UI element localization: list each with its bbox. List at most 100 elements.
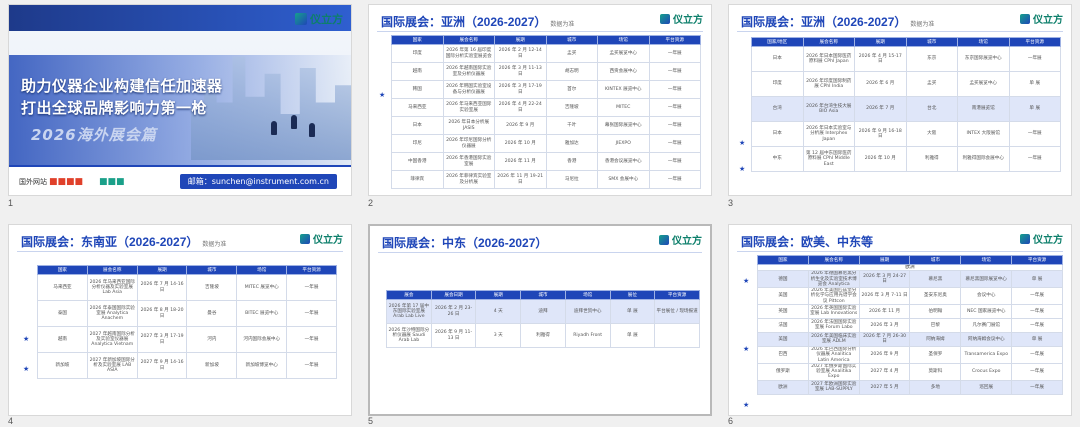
brand-logo: 仪立方 (300, 231, 343, 246)
column-header: 城市 (909, 255, 962, 265)
table-row[interactable]: 马来西亚 2026 年马来西亚国际实验室展 2026 年 4 月 22-24 日吉隆… (391, 98, 701, 117)
logo-icon (300, 233, 310, 244)
column-header: 平台资源 (1008, 37, 1061, 47)
table-row[interactable]: 越南 2026 年越南国际实验室及分析仪器展 2026 年 3 月 11-13 日胡… (391, 62, 701, 81)
table-cell: 日本 (391, 116, 444, 135)
column-header: 国家 (37, 265, 88, 275)
table-cell: 2027 年 4 月 (858, 362, 911, 381)
slide-thumbnail-2[interactable]: 国际展会：亚洲（2026-2027） 数据为准 仪立方 ★ 国家 展会名称 展期 城市场… (368, 4, 712, 196)
table-row[interactable]: 中国香港 2026 年香港国际实验室展 2026 年 11 月香港 香港会议展览中心一… (391, 152, 701, 171)
table-cell: 巴黎 (909, 317, 962, 333)
exhibition-table: 国家 展会名称 展期 城市 场馆 平台资源 马来西亚 2026 年马来西亚国际分析仪器及实验室… (37, 265, 337, 379)
table-row[interactable]: 美国 2026 年美国临床实验室展 ADLM 2026 年 7 月 26-30 日阿… (757, 331, 1063, 347)
table-cell: 东京 (905, 46, 958, 72)
slide-thumbnail-5[interactable]: 国际展会：中东（2026-2027） 仪立方 展会 展会日期 展期 城市 场馆 展位 平台资… (368, 224, 712, 416)
table-cell: 2026 年 3 月 (858, 317, 911, 333)
runner-figure (309, 123, 315, 137)
brand-logo: 仪立方 (1020, 11, 1063, 26)
table-cell: 2027 年新加坡国际分析及实验室展 LAB ASIA (86, 352, 138, 379)
runner-figure (271, 121, 277, 135)
table-row[interactable]: 2026 年第 17 届中东国际实验室展 Arab Lab Live 2026 年… (386, 299, 700, 324)
table-row[interactable]: 韩国 2026 年韩国实验室设备与分析仪器展 2026 年 3 月 17-19 日首… (391, 80, 701, 99)
table-header-row: 国家/地区 展会名称 展期 城市 场馆 平台资源 (751, 37, 1061, 47)
slide-title: 国际展会：欧美、中东等 (741, 235, 874, 249)
table-row[interactable]: 2026 年沙特国际分析仪器展 Saudi Arab Lab 2026 年 9 月… (386, 323, 700, 348)
partner-logo: ■■■ (99, 177, 125, 187)
table-cell: 曼谷 (186, 300, 238, 327)
star-icon: ★ (739, 165, 746, 173)
table-row[interactable]: 德国 2026 年德国慕尼黑分析生化及实验室技术博览会 Analytica 2026… (757, 270, 1063, 289)
table-row[interactable]: 台湾 2026 年台湾生技大展 BIO Asia 2026 年 7 月台北 南港展览馆… (751, 96, 1061, 122)
table-cell: 多地 (909, 379, 962, 395)
table-cell: 台北 (905, 96, 958, 122)
column-header: 展期 (475, 290, 522, 300)
table-row[interactable]: 印度 2026 年印度国际制药展 CPhI India 2026 年 6 月孟买 孟买… (751, 71, 1061, 97)
table-cell: 3 天 (475, 323, 522, 348)
slide-title: 国际展会：中东（2026-2027） (382, 236, 548, 250)
brand-logo: 仪立方 (295, 11, 343, 27)
table-cell: 胡志明 (545, 62, 598, 81)
title-divider (737, 31, 1063, 32)
star-icon: ★ (23, 365, 30, 373)
table-row[interactable]: 欧洲 2027 年欧洲国际实验室展 LAB-SUPPLY 2027 年 5 月多地巡… (757, 379, 1063, 395)
logo-icon (1020, 233, 1030, 244)
table-row[interactable]: 法国 2026 年法国国际实验室展 Forum Labo 2026 年 3 月巴黎凡… (757, 317, 1063, 333)
table-cell: 巴西 (757, 345, 809, 364)
table-cell: 一年展 (1011, 287, 1063, 305)
table-cell: 2026 年 3 月 7-11 日 (858, 287, 911, 305)
table-cell: 2026 年马来西亚国际分析仪器及实验室展 Lab Asia (86, 274, 138, 301)
table-cell: 2026 年韩国实验室设备与分析仪器展 (442, 80, 495, 99)
table-row[interactable]: 印尼 2026 年印尼国际分析仪器展 2026 年 10 月雅加达 JIEXPO 一年展 (391, 134, 701, 153)
slide-thumbnail-3[interactable]: 国际展会：亚洲（2026-2027） 数据为准 仪立方 ★ ★ 国家/地区 展会名称… (728, 4, 1072, 196)
table-cell: 2026 年 9 月 16-18 日 (854, 121, 907, 147)
table-cell: 迪拜世贸中心 (564, 299, 611, 324)
slide-title: 国际展会：亚洲（2026-2027） 数据为准 (741, 15, 935, 29)
slide-thumbnail-1[interactable]: 仪立方 助力仪器企业构建信任加速器 打出全球品牌影响力第一枪 2026海外展会篇… (8, 4, 352, 196)
table-cell: 一年展 (286, 352, 337, 379)
table-cell: 利雅得 (520, 323, 566, 348)
table-cell: 一年展 (648, 134, 701, 153)
table-cell: 泰国 (37, 300, 88, 327)
table-row[interactable]: 日本 2026 年日本实验室与分析展 Interphex Japan 2026 年 … (751, 121, 1061, 147)
table-row[interactable]: 新加坡 2027 年新加坡国际分析及实验室展 LAB ASIA 2027 年 9 月… (37, 352, 337, 379)
table-cell: 新加坡博览中心 (236, 352, 288, 379)
star-icon: ★ (739, 139, 746, 147)
column-header: 展会名称 (86, 265, 138, 275)
column-header: 展期 (136, 265, 188, 275)
table-row[interactable]: 菲律宾 2026 年菲律宾实验室及分析展 2026 年 11 月 19-21 日马尼… (391, 170, 701, 189)
table-row[interactable]: 越南 2027 年越南国际分析及实验室仪器展 Analytica Vietnam 2… (37, 326, 337, 353)
table-row[interactable]: 中东第 12 届中东国际医药原料展 CPhI Middle East 2026 年… (751, 146, 1061, 172)
table-cell: 2027 年越南国际分析及实验室仪器展 Analytica Vietnam (86, 326, 138, 353)
table-row[interactable]: 泰国 2026 年泰国国际实验室展 Analytica Anachem 2026 年… (37, 300, 337, 327)
column-header: 国家 (757, 255, 809, 265)
table-cell: 2026 年 4 月 15-17 日 (854, 46, 907, 72)
table-cell: 法国 (757, 317, 809, 333)
table-row[interactable]: 日本 2026 年日本国际医药原料展 CPhI Japan 2026 年 4 月 1… (751, 46, 1061, 72)
table-header-row: 国家 展会名称 展期 城市 场馆 平台资源 (391, 35, 701, 45)
table-row[interactable]: 巴西 2026 年巴西国际分析仪器展 Analitica Latin Americ… (757, 345, 1063, 364)
table-cell: 2026 年英国国际实验室展 Lab Innovations (807, 303, 860, 319)
table-cell: 美国 (757, 287, 809, 305)
table-cell: 越南 (391, 62, 444, 81)
table-cell: 俄罗斯 (757, 362, 809, 381)
table-cell: 阿纳海姆 (909, 331, 962, 347)
slide-title: 国际展会：亚洲（2026-2027） 数据为准 (381, 15, 575, 29)
table-row[interactable]: 日本 2026 年日本分析展 JASIS 2026 年 9 月千叶 幕张国际展览中心一… (391, 116, 701, 135)
table-cell: INTEX 大阪展馆 (957, 121, 1010, 147)
table-cell: 一年展 (286, 274, 337, 301)
table-cell: 孟买 (905, 71, 958, 97)
table-cell: 新加坡 (186, 352, 238, 379)
logo-icon (295, 13, 307, 25)
runner-figure (291, 115, 297, 129)
table-cell: 2026 年印尼国际分析仪器展 (442, 134, 495, 153)
slide-thumbnail-4[interactable]: 国际展会：东南亚（2026-2027） 数据为准 仪立方 ★ ★ 国家 展会名称 展期… (8, 224, 352, 416)
table-cell: 越南 (37, 326, 88, 353)
table-row[interactable]: 俄罗斯 2027 年俄罗斯国际实验室展 Analitika Expo 2027 年 … (757, 362, 1063, 381)
slide-thumbnail-6[interactable]: 国际展会：欧美、中东等 仪立方 ★ ★ ★ 国家 展会名称 展期 城市 场馆 平台资源 欧洲… (728, 224, 1072, 416)
table-row[interactable]: 马来西亚 2026 年马来西亚国际分析仪器及实验室展 Lab Asia 2026 年… (37, 274, 337, 301)
table-row[interactable]: 美国 2026 年美国匹兹堡分析化学与应用光谱学会议 Pittcon 2026 年 … (757, 287, 1063, 305)
table-cell: 2026 年巴西国际分析仪器展 Analitica Latin America (807, 345, 860, 364)
table-cell: 吉隆坡 (186, 274, 238, 301)
table-row[interactable]: 英国 2026 年英国国际实验室展 Lab Innovations 2026 年 1… (757, 303, 1063, 319)
table-row[interactable]: 印度 2026 年第 16 届印度国际分析实验室展览会 2026 年 2 月 12-… (391, 44, 701, 63)
